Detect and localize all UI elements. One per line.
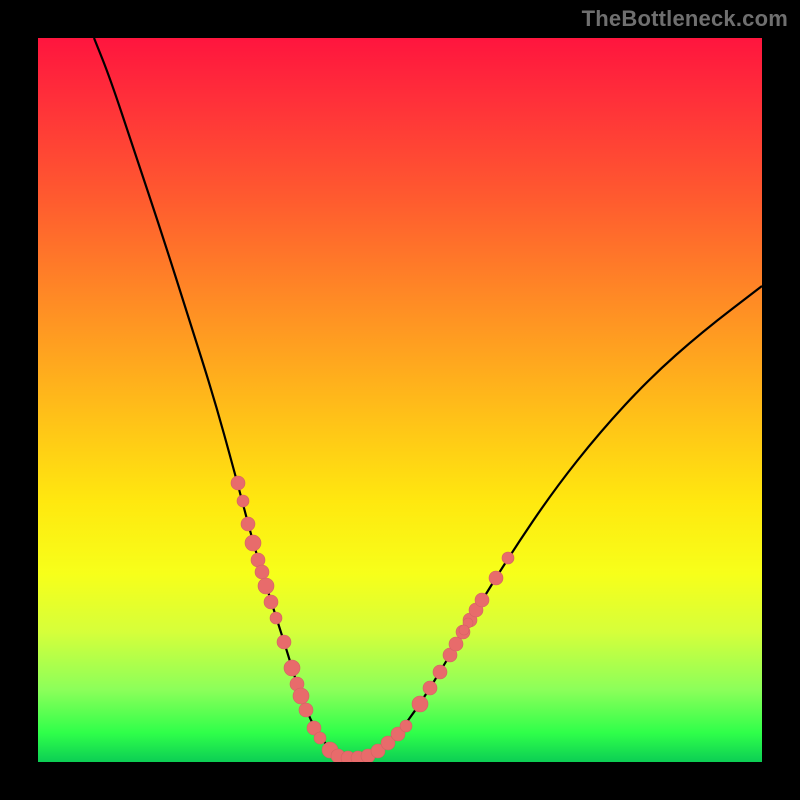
curve-marker [423, 681, 437, 695]
curve-marker [502, 552, 514, 564]
curve-marker [270, 612, 282, 624]
curve-marker [299, 703, 313, 717]
curve-marker [412, 696, 428, 712]
curve-marker [264, 595, 278, 609]
curve-marker [258, 578, 274, 594]
curve-marker [241, 517, 255, 531]
curve-marker [237, 495, 249, 507]
curve-marker [293, 688, 309, 704]
curve-markers [231, 476, 514, 762]
curve-marker [314, 732, 326, 744]
curve-marker [284, 660, 300, 676]
curve-marker [277, 635, 291, 649]
curve-marker [433, 665, 447, 679]
curve-marker [459, 625, 469, 635]
chart-frame: TheBottleneck.com [0, 0, 800, 800]
curve-marker [449, 637, 463, 651]
v-curve-line [94, 38, 762, 758]
curve-marker [231, 476, 245, 490]
curve-marker [489, 571, 503, 585]
curve-marker [475, 593, 489, 607]
curve-marker [400, 720, 412, 732]
chart-svg [38, 38, 762, 762]
watermark-text: TheBottleneck.com [582, 6, 788, 32]
curve-marker [245, 535, 261, 551]
plot-area [38, 38, 762, 762]
curve-marker [255, 565, 269, 579]
